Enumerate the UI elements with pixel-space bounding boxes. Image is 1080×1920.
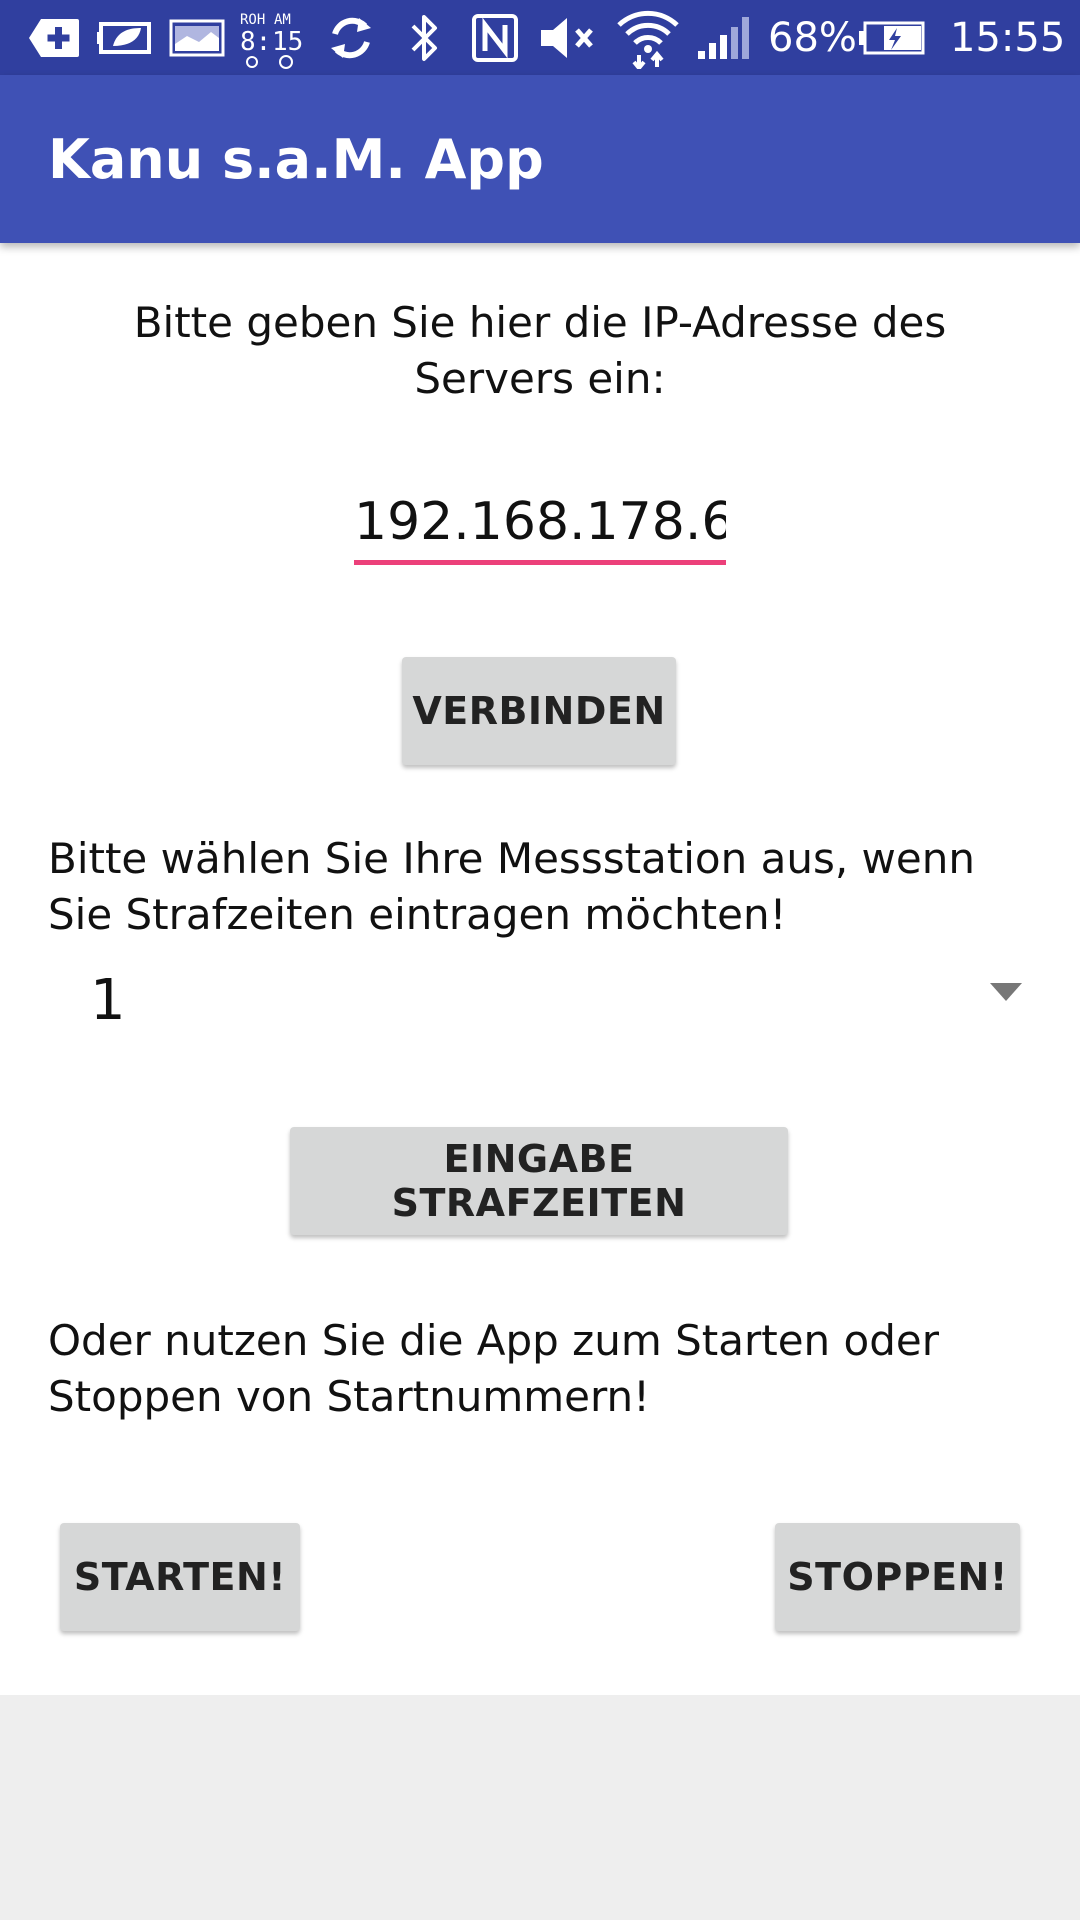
stop-button[interactable]: STOPPEN! (775, 1523, 1020, 1631)
ip-address-input[interactable] (354, 483, 726, 565)
start-stop-prompt-text: Oder nutzen Sie die App zum Starten oder… (48, 1316, 939, 1421)
svg-text:15: 15 (272, 27, 303, 57)
wifi-icon (614, 0, 682, 75)
station-prompt-text: Bitte wählen Sie Ihre Messstation aus, w… (48, 834, 975, 939)
battery-charging-icon (856, 0, 928, 75)
ip-prompt-text: Bitte geben Sie hier die IP-Adresse des … (133, 298, 947, 403)
svg-text:AM: AM (274, 12, 291, 28)
image-icon (168, 0, 226, 75)
nfc-icon (466, 0, 524, 75)
svg-text:ROH: ROH (240, 12, 265, 28)
leaf-battery-icon (94, 0, 156, 75)
app-toolbar: Kanu s.a.M. App (0, 75, 1080, 243)
status-bar: ROH AM 8: 15 68% 15:55 (0, 0, 1080, 75)
app-title: Kanu s.a.M. App (48, 127, 544, 191)
station-selected-value: 1 (90, 967, 126, 1033)
station-spinner[interactable]: 1 (48, 955, 1038, 1045)
add-box-icon (26, 0, 82, 75)
weather-widget-icon: ROH AM 8: 15 (236, 0, 306, 75)
status-time: 15:55 (950, 14, 1066, 61)
start-button[interactable]: STARTEN! (60, 1523, 300, 1631)
sync-icon (322, 0, 380, 75)
bluetooth-icon (400, 0, 448, 75)
connect-button[interactable]: VERBINDEN (402, 657, 676, 765)
penalty-entry-button[interactable]: EINGABE STRAFZEITEN (290, 1127, 788, 1235)
signal-icon (692, 0, 754, 75)
battery-percent: 68% (768, 14, 857, 61)
volume-muted-icon (534, 0, 602, 75)
dropdown-arrow-icon (990, 983, 1022, 1001)
main-content: Bitte geben Sie hier die IP-Adresse des … (0, 243, 1080, 1695)
svg-text:8:: 8: (240, 27, 271, 57)
empty-bottom-area (0, 1695, 1080, 1920)
